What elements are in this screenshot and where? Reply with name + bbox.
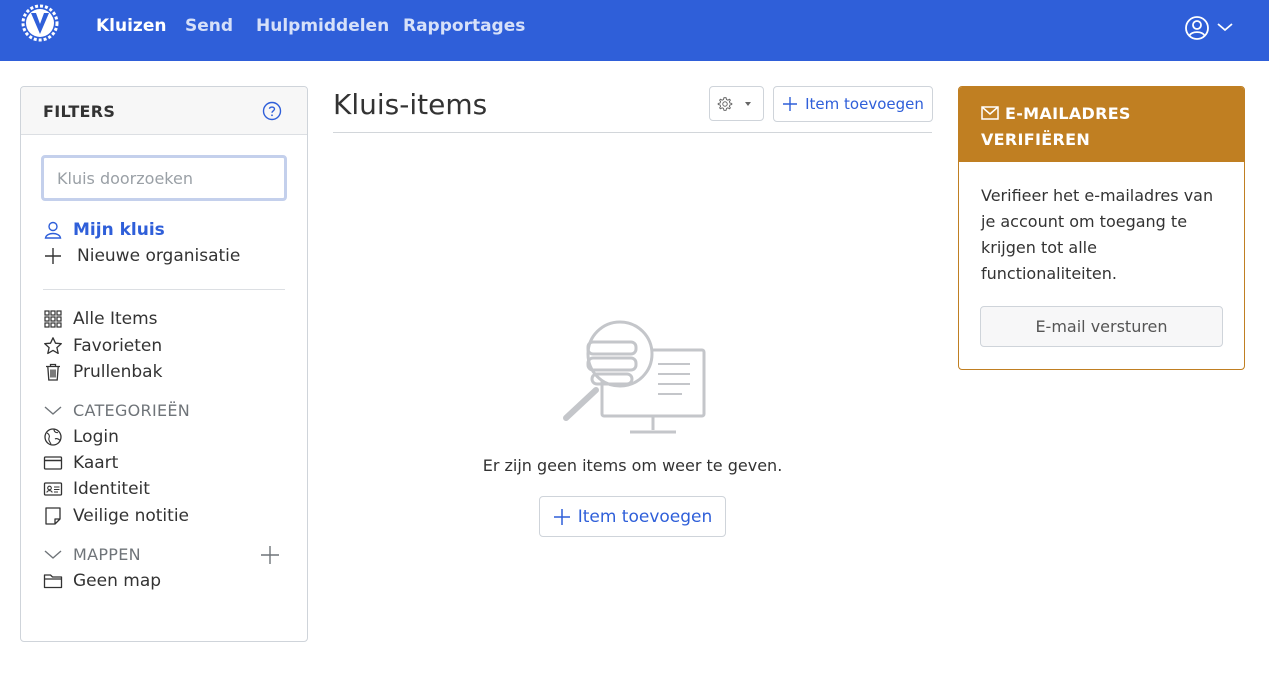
category-item-kaart[interactable]: Kaart (43, 452, 118, 474)
nav-item-send[interactable]: Send (185, 16, 233, 36)
plus-icon (783, 97, 798, 111)
type-item-alle-items[interactable]: Alle Items (43, 308, 158, 330)
star-icon (44, 337, 62, 355)
chevron-down-icon (44, 550, 62, 559)
categories-label: CATEGORIEËN (73, 400, 191, 420)
filters-panel: FILTERS Mijn kluis Nieuwe organisatie (20, 86, 308, 642)
search-input[interactable] (41, 155, 287, 201)
id-card-icon (43, 482, 63, 496)
type-label: Favorieten (73, 336, 163, 356)
folder-item-geen-map[interactable]: Geen map (43, 570, 161, 592)
plus-icon (45, 248, 61, 264)
vault-item-mijn-kluis[interactable]: Mijn kluis (43, 219, 165, 241)
category-item-veilige-notitie[interactable]: Veilige notitie (43, 505, 189, 527)
user-icon (44, 221, 62, 239)
plus-icon (553, 508, 570, 525)
folder-label: Geen map (73, 571, 162, 591)
nav-item-rapportages[interactable]: Rapportages (403, 16, 525, 36)
filters-divider (43, 289, 285, 290)
credit-card-icon (43, 456, 63, 470)
verify-email-title-text: E-MAILADRES VERIFIËREN (981, 104, 1131, 149)
category-label: Kaart (73, 453, 119, 473)
caret-down-icon (744, 101, 751, 106)
verify-email-body: Verifieer het e-mailadres van je account… (981, 186, 1214, 283)
account-menu[interactable] (1183, 14, 1235, 42)
add-folder-plus-icon[interactable] (260, 545, 280, 565)
trash-icon (46, 363, 60, 381)
empty-search-illustration-icon (563, 320, 706, 434)
envelope-icon (981, 106, 999, 120)
question-circle-icon[interactable] (262, 101, 282, 121)
type-label: Prullenbak (73, 362, 163, 382)
verify-email-title: E-MAILADRES VERIFIËREN (981, 101, 1221, 153)
type-item-prullenbak[interactable]: Prullenbak (43, 361, 162, 383)
filters-header: FILTERS (21, 87, 307, 135)
chevron-down-icon (44, 406, 62, 415)
grid-icon (44, 310, 62, 328)
type-item-favorieten[interactable]: Favorieten (43, 335, 162, 357)
vault-label: Nieuwe organisatie (77, 246, 241, 266)
gear-icon (717, 96, 732, 111)
category-item-login[interactable]: Login (43, 426, 119, 448)
send-email-button[interactable]: E-mail versturen (980, 306, 1223, 347)
sticky-note-icon (45, 507, 61, 525)
globe-icon (44, 428, 62, 446)
vault-label: Mijn kluis (73, 220, 165, 240)
title-divider (333, 132, 932, 133)
vault-item-nieuwe-organisatie[interactable]: Nieuwe organisatie (43, 245, 240, 267)
nav-item-kluizen[interactable]: Kluizen (96, 16, 166, 36)
settings-dropdown-button[interactable] (709, 86, 764, 121)
add-item-button[interactable]: Item toevoegen (773, 86, 933, 122)
folder-icon (43, 574, 63, 589)
empty-add-item-label: Item toevoegen (577, 506, 713, 527)
category-item-identiteit[interactable]: Identiteit (43, 478, 150, 500)
filters-title: FILTERS (43, 102, 116, 121)
verify-email-header: E-MAILADRES VERIFIËREN (959, 87, 1244, 162)
shield-v-logo-icon[interactable] (20, 3, 60, 43)
folders-label: MAPPEN (73, 544, 141, 564)
category-label: Veilige notitie (73, 506, 190, 526)
empty-add-item-button[interactable]: Item toevoegen (539, 496, 726, 537)
user-circle-icon (1185, 16, 1233, 40)
page-title: Kluis-items (333, 88, 488, 121)
verify-email-card: E-MAILADRES VERIFIËREN Verifieer het e-m… (958, 86, 1245, 370)
category-label: Login (73, 427, 119, 447)
type-label: Alle Items (73, 309, 158, 329)
folders-toggle[interactable]: MAPPEN (43, 543, 141, 565)
nav-item-hulpmiddelen[interactable]: Hulpmiddelen (256, 16, 389, 36)
category-label: Identiteit (73, 479, 150, 499)
top-navbar: Kluizen Send Hulpmiddelen Rapportages (0, 0, 1269, 61)
add-item-label: Item toevoegen (805, 95, 924, 113)
empty-state-text: Er zijn geen items om weer te geven. (482, 456, 783, 475)
categories-toggle[interactable]: CATEGORIEËN (43, 399, 190, 421)
